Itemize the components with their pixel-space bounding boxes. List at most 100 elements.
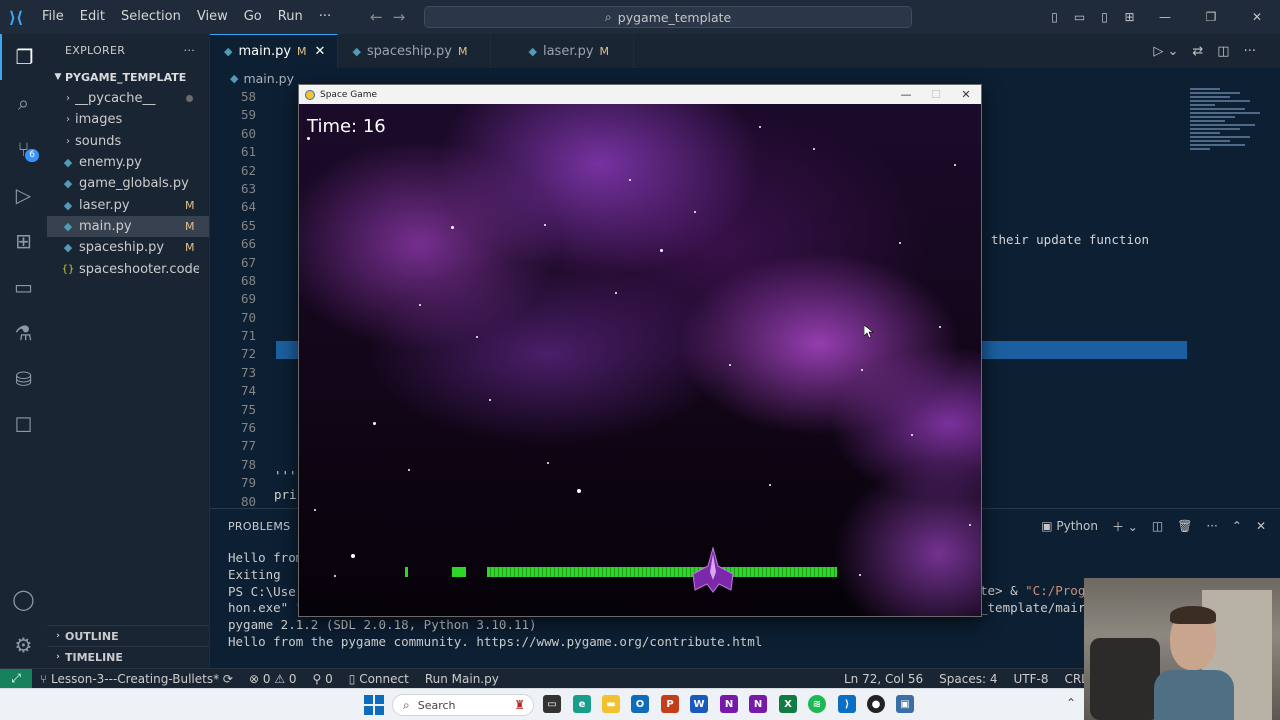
close-tab-icon[interactable]: ✕ (315, 44, 326, 59)
breadcrumb-file[interactable]: main.py (243, 71, 294, 86)
game-close-icon[interactable]: ✕ (951, 88, 981, 101)
tree-item-laser[interactable]: ◆ laser.py M (47, 194, 209, 215)
indentation[interactable]: Spaces: 4 (931, 672, 1005, 686)
code-comment-fragment: their update function (991, 232, 1150, 247)
windows-start-icon[interactable] (364, 695, 384, 715)
connect-button[interactable]: ▯ Connect (341, 672, 417, 686)
tab-problems[interactable]: PROBLEMS (228, 520, 290, 533)
layout-icon[interactable]: ⊞ (1117, 10, 1142, 24)
spotify-icon[interactable]: ≋ (808, 695, 826, 713)
outline-section[interactable]: › OUTLINE (47, 625, 209, 646)
ports-indicator[interactable]: ⚲ 0 (305, 672, 341, 686)
tree-item-game-globals[interactable]: ◆ game_globals.py (47, 173, 209, 194)
menu-selection[interactable]: Selection (113, 0, 189, 34)
tab-main[interactable]: ◆ main.py M ✕ (210, 34, 339, 68)
webcam-chair (1090, 638, 1160, 720)
run-debug-icon[interactable]: ▷ (0, 172, 47, 218)
maximize-panel-icon[interactable]: ⌃ (1232, 519, 1242, 533)
panel-actions: ▣ Python ＋ ⌄ ◫ 🗑 ··· ⌃ ✕ (1041, 509, 1266, 543)
tree-item-images[interactable]: › images (47, 109, 209, 130)
terminal-line: pygame 2.1.2 (SDL 2.0.18, Python 3.10.11… (228, 617, 537, 633)
more-actions-icon[interactable]: ··· (1206, 519, 1217, 533)
close-window-icon[interactable]: ✕ (1234, 10, 1280, 24)
game-minimize-icon[interactable]: — (891, 88, 921, 101)
gear-icon[interactable]: ⚙ (0, 622, 47, 668)
menu-run[interactable]: Run (270, 0, 311, 34)
python-file-icon: ◆ (63, 177, 73, 191)
pygame-taskbar-icon[interactable]: ▣ (896, 695, 914, 713)
powerpoint-icon[interactable]: P (661, 695, 679, 713)
game-canvas[interactable]: Time: 16 (299, 104, 981, 616)
taskbar-search[interactable]: ⌕ Search ♜ (392, 694, 534, 716)
explorer-more-icon[interactable]: ··· (184, 44, 195, 57)
toggle-secondary-sidebar-icon[interactable]: ▯ (1092, 10, 1117, 24)
database-icon[interactable]: ⛁ (0, 356, 47, 402)
tab-laser[interactable]: ◆ laser.py M (491, 34, 635, 68)
new-terminal-icon[interactable]: ＋ ⌄ (1112, 518, 1138, 535)
problems-indicator[interactable]: ⊗ 0 ⚠ 0 (241, 672, 305, 686)
tree-item-enemy[interactable]: ◆ enemy.py (47, 152, 209, 173)
command-center[interactable]: ⌕ pygame_template (424, 6, 912, 28)
tree-item-workspace[interactable]: {} spaceshooter.code-w... (47, 258, 209, 279)
star (861, 369, 863, 371)
recorder-icon[interactable]: ● (867, 695, 885, 713)
file-explorer-icon[interactable]: ▬ (602, 695, 620, 713)
run-file-icon[interactable]: ▷ ⌄ (1153, 44, 1178, 59)
toggle-panel-icon[interactable]: ▭ (1067, 10, 1092, 24)
onenote-icon[interactable]: N (720, 695, 738, 713)
toggle-sidebar-icon[interactable]: ▯ (1042, 10, 1067, 24)
trash-icon[interactable]: 🗑 (1177, 519, 1192, 533)
back-arrow-icon[interactable]: ← (370, 8, 393, 26)
remote-explorer-icon[interactable]: ▭ (0, 264, 47, 310)
tree-item-spaceship[interactable]: ◆ spaceship.py M (47, 237, 209, 258)
edge-icon[interactable]: e (573, 695, 591, 713)
search-icon[interactable]: ⌕ (0, 80, 47, 126)
search-icon: ⌕ (604, 9, 612, 24)
tray-expand-icon[interactable]: ⌃ (1066, 696, 1076, 710)
python-file-icon: ◆ (224, 45, 233, 58)
account-icon[interactable]: ◯ (0, 576, 47, 622)
project-folder[interactable]: ▼ PYGAME_TEMPLATE (47, 66, 209, 88)
explorer-icon[interactable]: ❐ (0, 34, 47, 80)
minimize-icon[interactable]: — (1142, 10, 1188, 24)
remote-indicator-icon[interactable]: ⤢ (0, 668, 32, 689)
encoding[interactable]: UTF-8 (1005, 672, 1056, 686)
excel-icon[interactable]: X (779, 695, 797, 713)
warning-icon: ⚠ (274, 671, 289, 686)
menu-more[interactable]: ··· (311, 0, 339, 34)
menu-view[interactable]: View (189, 0, 236, 34)
menu-file[interactable]: File (34, 0, 72, 34)
git-branch[interactable]: ⑂ Lesson-3---Creating-Bullets* ⟳ (32, 672, 241, 686)
terminal-shell-selector[interactable]: ▣ Python (1041, 519, 1098, 533)
taskbar-search-label: Search (417, 698, 456, 712)
tab-spaceship[interactable]: ◆ spaceship.py M (338, 34, 491, 68)
restore-icon[interactable]: ❐ (1188, 10, 1234, 24)
split-terminal-icon[interactable]: ◫ (1152, 519, 1163, 533)
menu-go[interactable]: Go (236, 0, 270, 34)
split-editor-icon[interactable]: ◫ (1217, 44, 1229, 59)
onenote-icon-2[interactable]: N (749, 695, 767, 713)
minimap[interactable] (1190, 88, 1268, 198)
tree-item-main[interactable]: ◆ main.py M (47, 215, 209, 238)
run-main-button[interactable]: Run Main.py (417, 672, 507, 686)
extensions-icon[interactable]: ⊞ (0, 218, 47, 264)
vscode-taskbar-icon[interactable]: ⟩ (838, 695, 856, 713)
forward-arrow-icon[interactable]: → (393, 8, 416, 26)
tree-item-sounds[interactable]: › sounds (47, 131, 209, 152)
more-actions-icon[interactable]: ··· (1244, 44, 1256, 59)
space-game-window[interactable]: Space Game — ☐ ✕ Time: 16 (298, 84, 982, 617)
chat-icon[interactable]: ☐ (0, 402, 47, 448)
tree-item-pycache[interactable]: › __pycache__ (47, 88, 209, 109)
modified-badge: M (599, 44, 610, 58)
close-panel-icon[interactable]: ✕ (1256, 519, 1266, 533)
sync-icon[interactable]: ⟳ (223, 672, 233, 686)
cursor-position[interactable]: Ln 72, Col 56 (836, 672, 931, 686)
source-control-icon[interactable]: ⑂ 6 (0, 126, 47, 172)
compare-icon[interactable]: ⇄ (1192, 44, 1203, 59)
menu-edit[interactable]: Edit (72, 0, 113, 34)
outlook-icon[interactable]: O (631, 695, 649, 713)
timeline-section[interactable]: › TIMELINE (47, 646, 209, 667)
testing-icon[interactable]: ⚗ (0, 310, 47, 356)
task-view-icon[interactable]: ▭ (543, 695, 561, 713)
word-icon[interactable]: W (690, 695, 708, 713)
